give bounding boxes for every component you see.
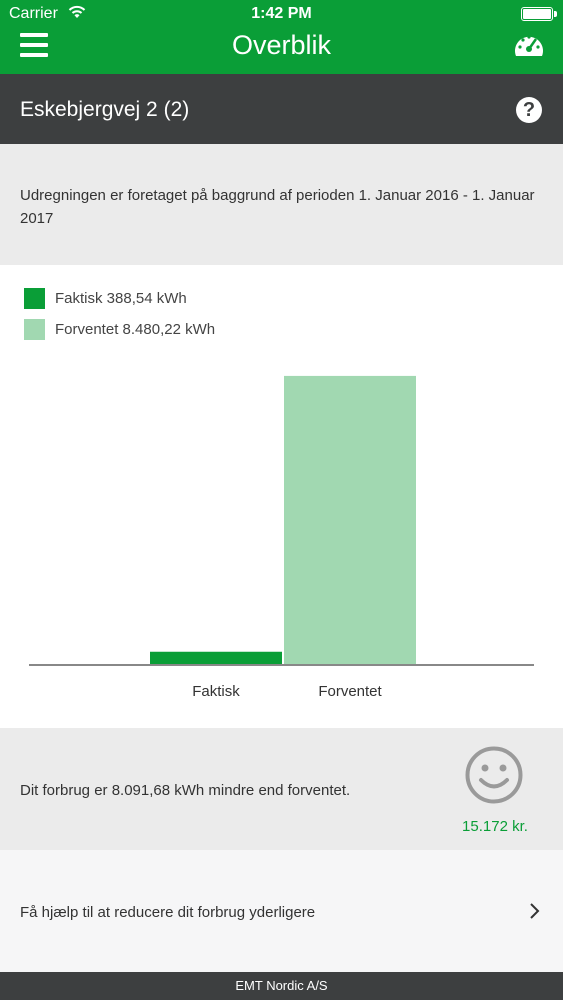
chart-legend: Faktisk 388,54 kWh Forventet 8.480,22 kW… bbox=[24, 283, 215, 345]
battery-icon bbox=[521, 7, 553, 21]
chevron-right-icon bbox=[530, 903, 540, 919]
smiley-icon bbox=[465, 746, 523, 804]
reduce-usage-link[interactable]: Få hjælp til at reducere dit forbrug yde… bbox=[0, 850, 563, 972]
period-info: Udregningen er foretaget på baggrund af … bbox=[0, 144, 563, 265]
status-time: 1:42 PM bbox=[251, 5, 312, 22]
battery-tip bbox=[554, 11, 557, 17]
legend-label-faktisk: Faktisk 388,54 kWh bbox=[55, 290, 187, 307]
status-bar: Carrier 1:42 PM bbox=[0, 0, 563, 28]
help-icon[interactable]: ? bbox=[516, 97, 542, 123]
summary-text: Dit forbrug er 8.091,68 kWh mindre end f… bbox=[20, 782, 351, 799]
legend-swatch-faktisk bbox=[24, 288, 45, 309]
legend-label-forventet: Forventet 8.480,22 kWh bbox=[55, 321, 216, 338]
legend-swatch-forventet bbox=[24, 319, 45, 340]
gauge-icon[interactable] bbox=[513, 30, 545, 60]
tick-label-faktisk: Faktisk bbox=[192, 683, 240, 700]
address-bar: Eskebjergvej 2 (2) bbox=[0, 74, 563, 144]
reduce-usage-text: Få hjælp til at reducere dit forbrug yde… bbox=[20, 904, 316, 921]
usage-chart: Faktisk Forventet bbox=[0, 340, 563, 728]
period-text: Udregningen er foretaget på baggrund af … bbox=[20, 187, 535, 227]
page-title: Overblik bbox=[231, 30, 332, 60]
legend-item-faktisk: Faktisk 388,54 kWh bbox=[24, 283, 215, 314]
tick-label-forventet: Forventet bbox=[318, 683, 382, 700]
address-name: Eskebjergvej 2 (2) bbox=[20, 98, 190, 121]
bar-faktisk bbox=[150, 651, 282, 665]
usage-chart-svg: Faktisk Forventet bbox=[29, 375, 534, 700]
top-bar: Carrier 1:42 PM Overblik bbox=[0, 0, 563, 74]
bar-forventet bbox=[284, 375, 416, 665]
footer: EMT Nordic A/S bbox=[0, 972, 563, 1000]
savings-amount: 15.172 kr. bbox=[462, 818, 528, 835]
